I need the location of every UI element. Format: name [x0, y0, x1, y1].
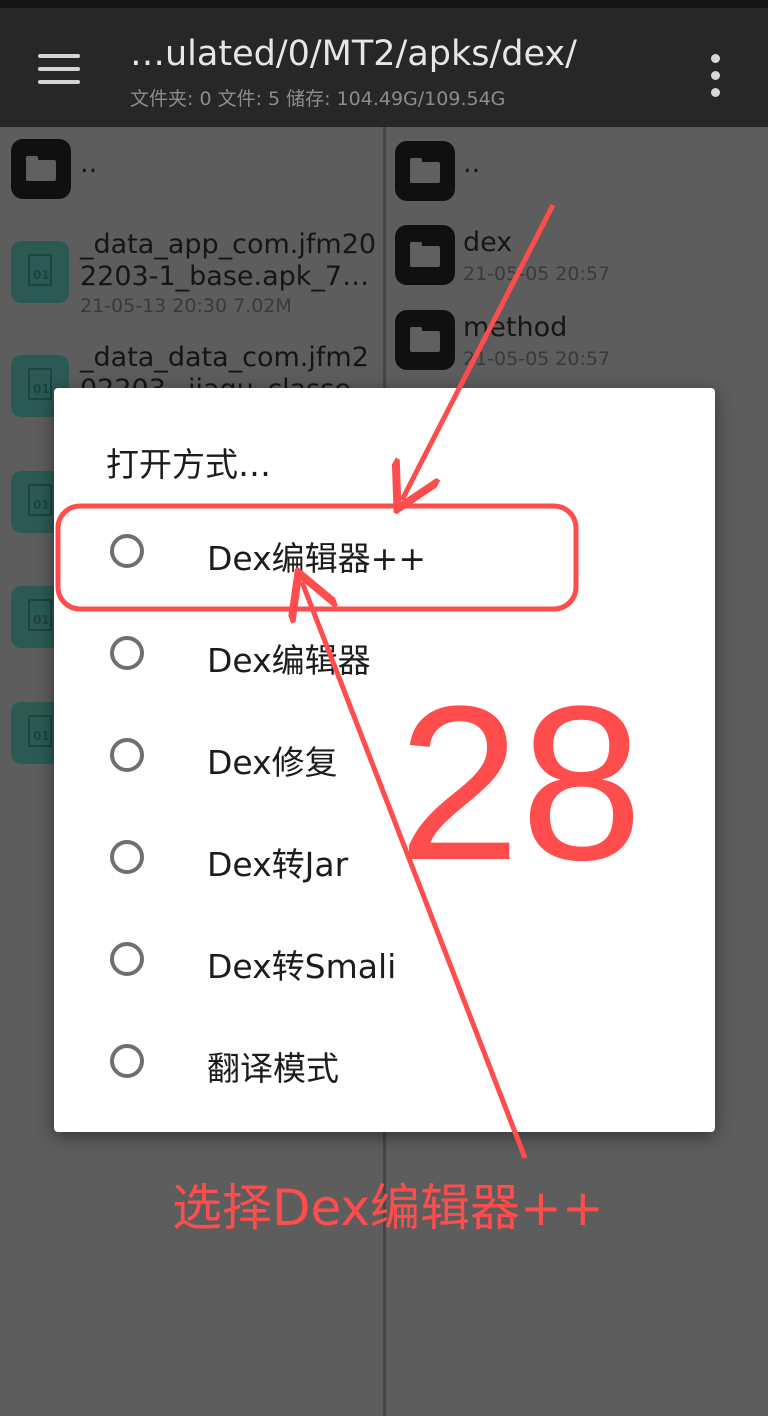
arrow-to-option	[402, 203, 556, 500]
annotation-caption: 选择Dex编辑器++	[172, 1179, 604, 1237]
step-number: 28	[398, 660, 643, 906]
highlight-box	[55, 503, 579, 612]
